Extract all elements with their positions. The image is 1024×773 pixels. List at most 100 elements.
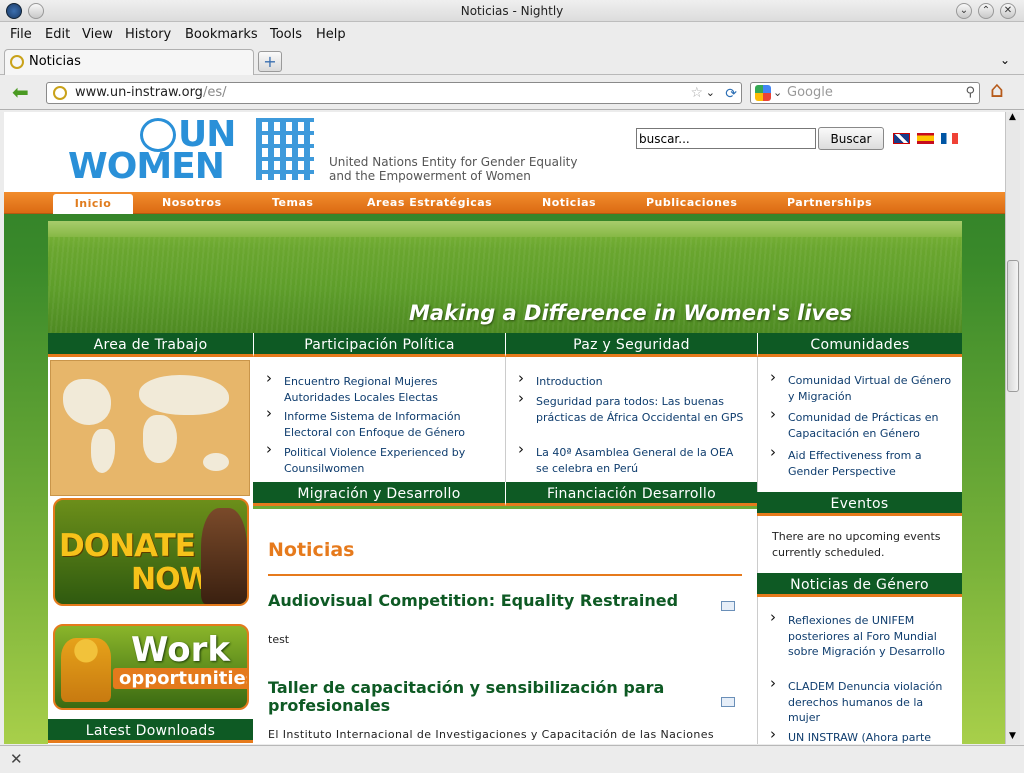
site-search-button[interactable]: Buscar — [818, 127, 884, 150]
menu-edit[interactable]: Edit — [45, 27, 70, 42]
opportunities-text: opportunities — [113, 668, 247, 689]
map-eurasia — [139, 375, 229, 415]
noticias-heading: Noticias — [268, 539, 355, 561]
new-tab-button[interactable]: + — [258, 51, 282, 72]
map-americas-south — [91, 429, 115, 473]
eventos-text: There are no upcoming events currently s… — [772, 530, 941, 559]
tagline-line2: and the Empowerment of Women — [329, 169, 531, 183]
window-title: Noticias - Nightly — [460, 4, 564, 18]
list-item[interactable]: UN INSTRAW (Ahora parte — [770, 727, 956, 744]
tab-label: Noticias — [29, 54, 81, 69]
url-bar[interactable]: www.un-instraw.org/es/ ☆ ⌄ ⟳ — [46, 82, 742, 104]
scroll-thumb[interactable] — [1007, 260, 1019, 392]
list-item[interactable]: CLADEM Denuncia violación derechos human… — [770, 676, 956, 726]
list-item[interactable]: Introduction — [518, 371, 748, 390]
map-americas-north — [63, 379, 111, 425]
nav-partnerships[interactable]: Partnerships — [787, 192, 872, 214]
close-button[interactable]: ✕ — [1000, 3, 1016, 19]
email-envelope-icon[interactable] — [721, 601, 735, 611]
french-flag-icon[interactable] — [941, 133, 958, 144]
logo-text-women: WOMEN — [68, 146, 225, 187]
tab-noticias[interactable]: Noticias — [4, 49, 254, 75]
handshake-figures-icon — [61, 638, 111, 702]
menu-file[interactable]: File — [10, 27, 32, 42]
list-item[interactable]: Reflexiones de UNIFEM posteriores al For… — [770, 610, 956, 660]
nav-publicaciones[interactable]: Publicaciones — [646, 192, 737, 214]
maximize-button[interactable]: ⌃ — [978, 3, 994, 19]
minimize-button[interactable]: ⌄ — [956, 3, 972, 19]
tab-bar: Noticias + ⌄ — [0, 47, 1024, 75]
google-logo-icon[interactable] — [755, 85, 771, 101]
english-flag-icon[interactable] — [893, 133, 910, 144]
list-item[interactable]: Political Violence Experienced by Counsi… — [266, 442, 496, 476]
close-findbar-icon[interactable]: ✕ — [10, 750, 23, 768]
donate-text: DONATE — [59, 528, 196, 564]
list-item[interactable]: Encuentro Regional Mujeres Autoridades L… — [266, 371, 496, 405]
un-women-logo[interactable]: UN WOMEN — [68, 114, 318, 187]
map-africa — [143, 415, 177, 463]
banner-sky — [48, 221, 962, 237]
article-title[interactable]: Audiovisual Competition: Equality Restra… — [268, 592, 718, 610]
nav-inicio[interactable]: Inicio — [53, 194, 133, 214]
woman-photo — [201, 508, 247, 604]
area-de-trabajo-heading: Area de Trabajo — [48, 333, 253, 357]
menu-bookmarks[interactable]: Bookmarks — [185, 27, 258, 42]
magnifier-icon[interactable]: ⚲ — [965, 83, 975, 103]
banner-slogan: Making a Difference in Women's lives — [409, 301, 852, 325]
tab-list-chevron-icon[interactable]: ⌄ — [1000, 53, 1010, 67]
hero-banner: Making a Difference in Women's lives — [48, 221, 962, 333]
vertical-scrollbar[interactable]: ▲ ▼ — [1005, 112, 1020, 744]
back-arrow-icon[interactable]: ⬅ — [12, 82, 29, 102]
paz-y-seguridad-heading: Paz y Seguridad — [505, 333, 757, 357]
list-item[interactable]: Seguridad para todos: Las buenas práctic… — [518, 391, 748, 425]
menu-tools[interactable]: Tools — [270, 27, 302, 42]
spanish-flag-icon[interactable] — [917, 133, 934, 144]
favicon-icon — [10, 55, 24, 69]
latest-downloads-heading: Latest Downloads — [48, 719, 253, 743]
main-nav: Inicio Nosotros Temas Areas Estratégicas… — [4, 192, 1005, 214]
engine-dropdown-icon[interactable]: ⌄ — [773, 83, 782, 103]
email-envelope-icon[interactable] — [721, 697, 735, 707]
browser-window: Noticias - Nightly ⌄ ⌃ ✕ File Edit View … — [0, 0, 1024, 773]
nav-nosotros[interactable]: Nosotros — [162, 192, 222, 214]
scroll-down-icon[interactable]: ▼ — [1009, 731, 1016, 741]
eventos-heading: Eventos — [757, 492, 962, 516]
reload-icon[interactable]: ⟳ — [725, 84, 737, 104]
menu-bar: File Edit View History Bookmarks Tools H… — [0, 23, 1024, 47]
list-item[interactable]: Informe Sistema de Información Electoral… — [266, 406, 496, 440]
list-item[interactable]: La 40ª Asamblea General de la OEA se cel… — [518, 442, 748, 476]
nav-temas[interactable]: Temas — [272, 192, 313, 214]
financiacion-heading: Financiación Desarrollo — [505, 482, 757, 506]
list-item[interactable]: Comunidad Virtual de Género y Migración — [770, 370, 956, 404]
url-dropdown-icon[interactable]: ⌄ — [706, 83, 715, 103]
menu-view[interactable]: View — [82, 27, 113, 42]
list-item[interactable]: Aid Effectiveness from a Gender Perspect… — [770, 445, 956, 479]
site-header: UN WOMEN United Nations Entity for Gende… — [4, 112, 1005, 192]
title-bar: Noticias - Nightly ⌄ ⌃ ✕ — [0, 0, 1024, 22]
navigation-toolbar: ⬅ www.un-instraw.org/es/ ☆ ⌄ ⟳ ⌄ Google … — [0, 76, 1024, 110]
menu-help[interactable]: Help — [316, 27, 346, 42]
status-bar: ✕ — [0, 745, 1024, 773]
work-opportunities-banner[interactable]: Work opportunities — [53, 624, 249, 710]
world-map-image[interactable] — [50, 360, 250, 496]
site-search-input[interactable] — [636, 128, 816, 149]
nav-areas-estrategicas[interactable]: Areas Estratégicas — [367, 192, 492, 214]
scroll-up-icon[interactable]: ▲ — [1009, 112, 1016, 122]
app-icon — [6, 3, 22, 19]
bookmark-star-icon[interactable]: ☆ — [690, 83, 703, 103]
tagline: United Nations Entity for Gender Equalit… — [329, 155, 577, 183]
article-body: test — [268, 633, 290, 646]
site-identity-icon[interactable] — [53, 86, 67, 100]
home-icon[interactable]: ⌂ — [990, 80, 1004, 102]
list-item[interactable]: Comunidad de Prácticas en Capacitación e… — [770, 407, 956, 441]
web-search-box[interactable]: ⌄ Google ⚲ — [750, 82, 980, 104]
donate-now-banner[interactable]: DONATE NOW — [53, 498, 249, 606]
url-path: /es/ — [202, 85, 227, 100]
noticias-divider — [268, 574, 742, 576]
nav-noticias[interactable]: Noticias — [542, 192, 596, 214]
url-host: www.un-instraw.org — [75, 85, 203, 100]
menu-dot-icon[interactable] — [28, 3, 44, 19]
menu-history[interactable]: History — [125, 27, 171, 42]
article-title[interactable]: Taller de capacitación y sensibilización… — [268, 679, 718, 715]
participacion-politica-heading: Participación Política — [253, 333, 505, 357]
